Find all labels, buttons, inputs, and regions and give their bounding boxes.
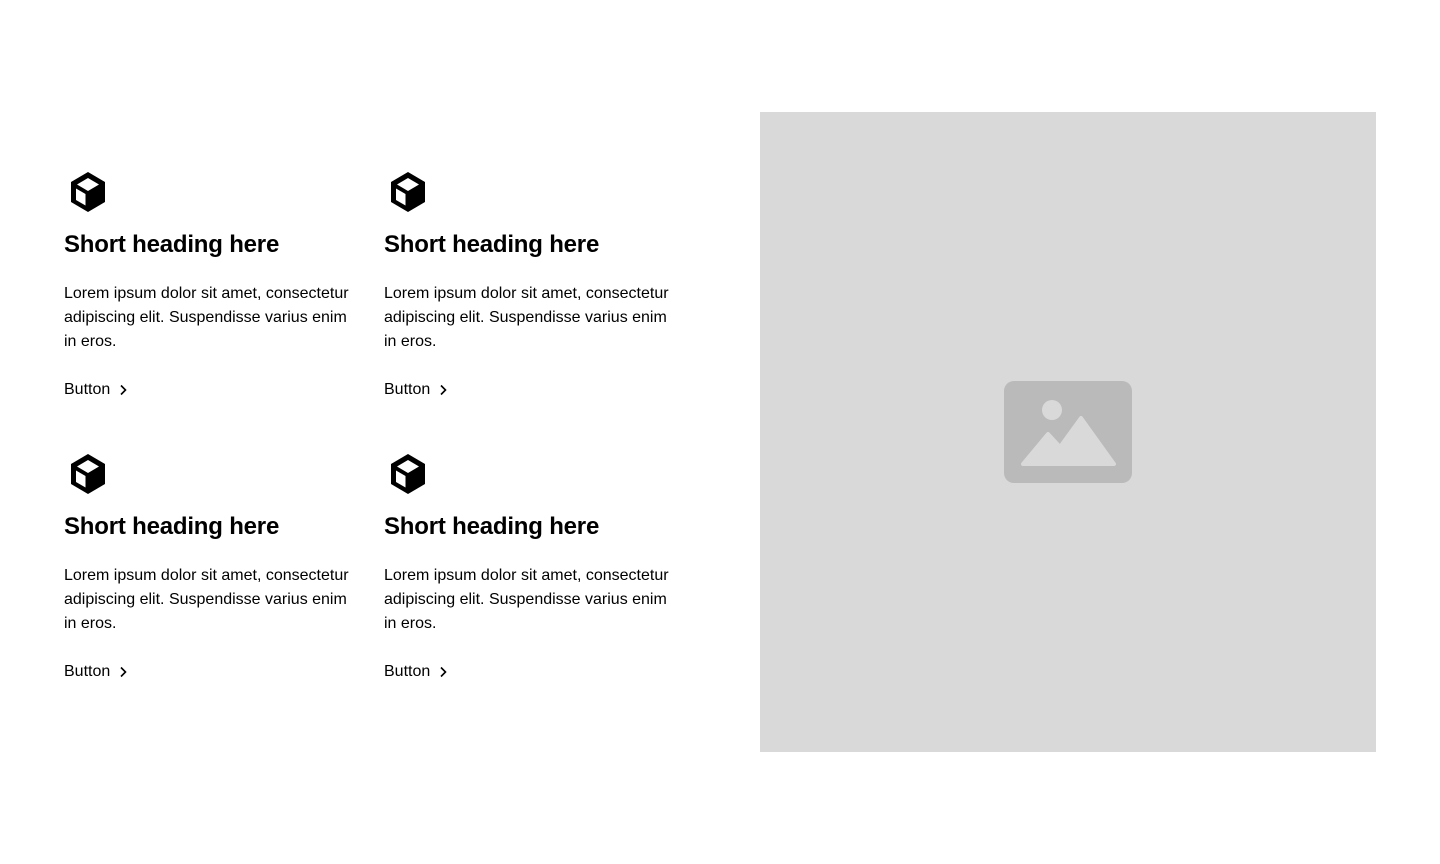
feature-button-label: Button [384,663,431,680]
feature-item: Short heading here Lorem ipsum dolor sit… [384,168,672,402]
chevron-right-icon [120,666,127,678]
feature-text: Lorem ipsum dolor sit amet, consectetur … [384,567,669,632]
feature-button[interactable]: Button [384,660,448,684]
feature-heading: Short heading here [64,231,280,258]
feature-text: Lorem ipsum dolor sit amet, consectetur … [64,285,349,350]
feature-button-label: Button [64,381,111,398]
feature-button-label: Button [384,381,431,398]
feature-heading: Short heading here [384,513,600,540]
feature-button[interactable]: Button [64,660,128,684]
chevron-right-icon [120,384,127,396]
feature-button[interactable]: Button [384,378,448,402]
feature-item: Short heading here Lorem ipsum dolor sit… [64,450,352,684]
feature-text: Lorem ipsum dolor sit amet, consectetur … [64,567,349,632]
cube-icon [384,450,432,498]
feature-item: Short heading here Lorem ipsum dolor sit… [384,450,672,684]
chevron-right-icon [440,384,447,396]
feature-item: Short heading here Lorem ipsum dolor sit… [64,168,352,402]
image-placeholder [760,112,1376,752]
feature-section: Short heading here Lorem ipsum dolor sit… [0,0,1440,864]
feature-button-label: Button [64,663,111,680]
chevron-right-icon [440,666,447,678]
feature-heading: Short heading here [64,513,280,540]
feature-text: Lorem ipsum dolor sit amet, consectetur … [384,285,669,350]
feature-grid: Short heading here Lorem ipsum dolor sit… [64,168,704,684]
image-placeholder-icon [1004,381,1132,483]
cube-icon [64,168,112,216]
cube-icon [384,168,432,216]
feature-button[interactable]: Button [64,378,128,402]
cube-icon [64,450,112,498]
feature-heading: Short heading here [384,231,600,258]
